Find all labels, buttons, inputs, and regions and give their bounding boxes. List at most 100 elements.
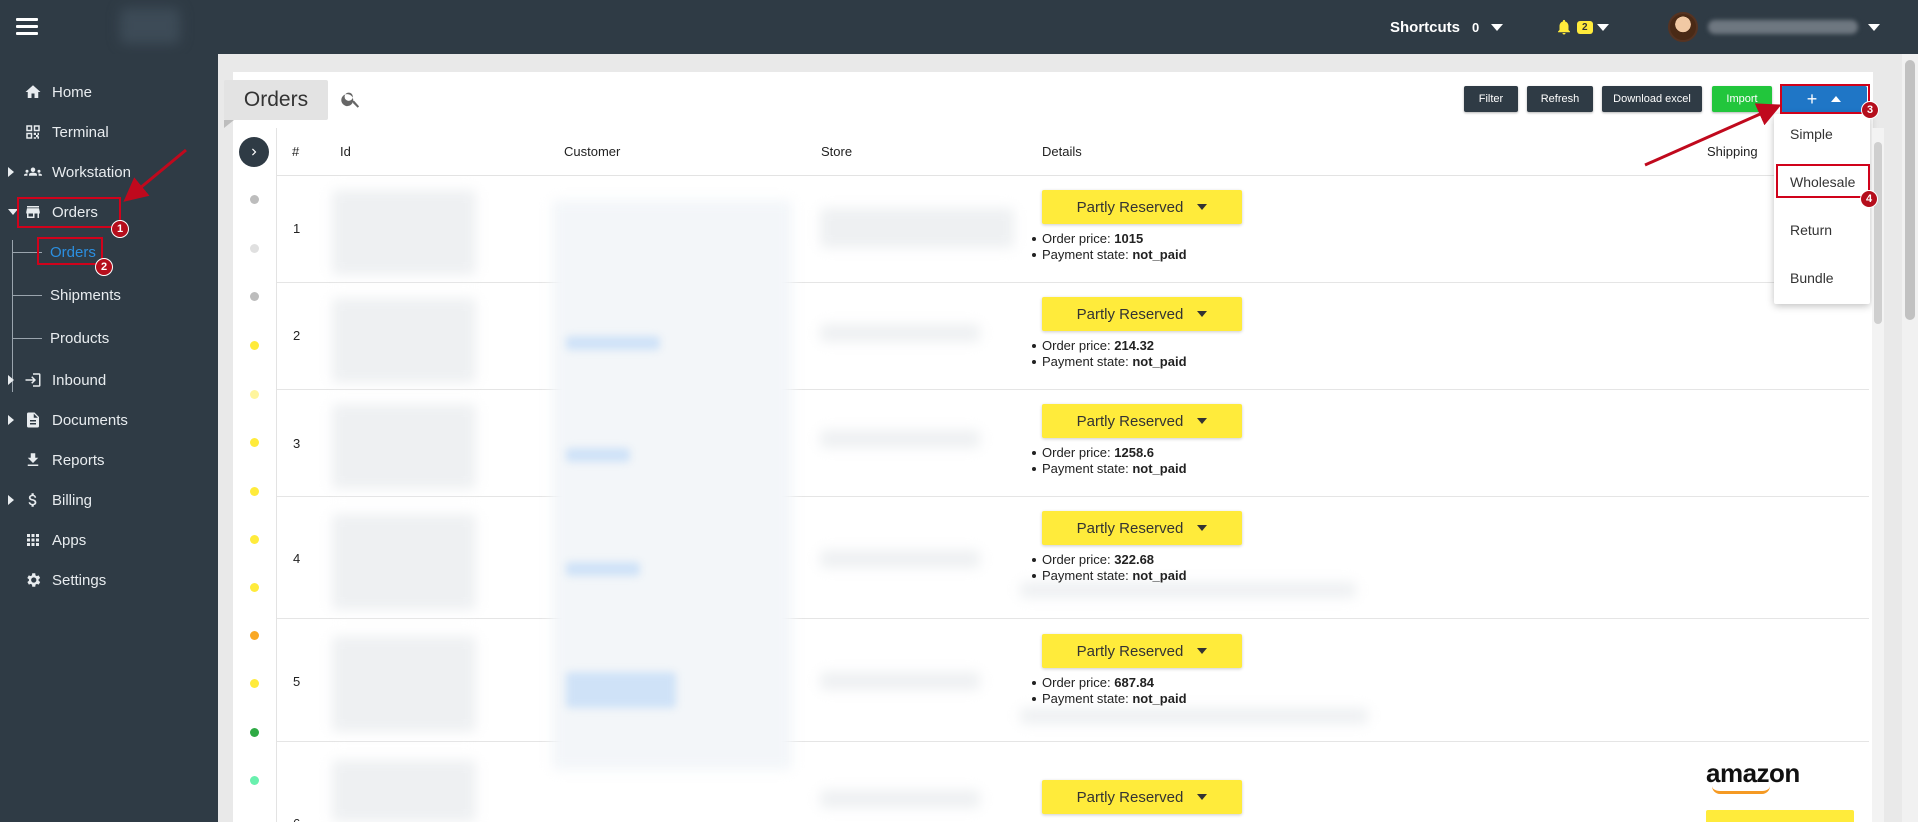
- row-number: 1: [293, 221, 301, 236]
- order-details: Order price: 687.84 Payment state: not_p…: [1032, 675, 1187, 707]
- document-icon: [27, 412, 39, 428]
- status-dropdown[interactable]: Partly Reserved: [1042, 634, 1242, 668]
- order-details: Order price: 1258.6 Payment state: not_p…: [1032, 445, 1187, 477]
- payment-state-value: not_paid: [1132, 354, 1187, 369]
- annotation-highlight-wholesale: [1776, 164, 1870, 198]
- sidebar-item-apps[interactable]: Apps: [0, 522, 218, 558]
- order-price-label: Order price:: [1042, 675, 1111, 690]
- chevron-down-icon: [1197, 418, 1208, 424]
- redacted-store: [820, 672, 980, 690]
- sidebar-item-billing[interactable]: Billing: [0, 482, 218, 518]
- amazon-smile-icon: [1712, 786, 1770, 794]
- user-menu[interactable]: [1668, 0, 1880, 54]
- order-price-value: 1015: [1114, 231, 1144, 246]
- column-header-customer[interactable]: Customer: [564, 144, 620, 159]
- sidebar-subitem-shipments[interactable]: Shipments: [50, 287, 121, 304]
- download-excel-button[interactable]: Download excel: [1602, 86, 1702, 112]
- shortcuts-menu[interactable]: Shortcuts 0: [1390, 0, 1504, 54]
- status-label: Partly Reserved: [1076, 642, 1184, 660]
- row-number: 5: [293, 674, 301, 689]
- bell-icon: [1558, 19, 1570, 35]
- payment-state-value: not_paid: [1132, 247, 1187, 262]
- status-label: Partly Reserved: [1076, 519, 1184, 537]
- column-header-id[interactable]: Id: [340, 144, 351, 159]
- sidebar-item-documents[interactable]: Documents: [0, 402, 218, 438]
- menu-item-bundle[interactable]: Bundle: [1790, 270, 1834, 286]
- order-price-label: Order price:: [1042, 445, 1111, 460]
- search-icon[interactable]: [340, 88, 362, 110]
- status-dropdown[interactable]: Partly Reserved: [1042, 190, 1242, 224]
- status-dropdown[interactable]: Partly Reserved: [1042, 511, 1242, 545]
- sidebar-item-terminal[interactable]: Terminal: [0, 114, 218, 150]
- expand-rows-button[interactable]: [239, 137, 269, 167]
- row-number: 4: [293, 551, 301, 566]
- row-divider: [277, 282, 1869, 283]
- status-dot: [250, 487, 259, 496]
- status-dot: [250, 292, 259, 301]
- sidebar: Home Terminal Workstation Orders Orders …: [0, 54, 218, 822]
- sidebar-item-home[interactable]: Home: [0, 74, 218, 110]
- filter-button[interactable]: Filter: [1464, 86, 1518, 112]
- home-icon: [25, 85, 41, 98]
- order-price-label: Order price:: [1042, 338, 1111, 353]
- title-tab-fold: [224, 120, 234, 128]
- shipping-button[interactable]: [1706, 810, 1854, 822]
- column-header-number: #: [292, 144, 300, 159]
- status-dropdown[interactable]: Partly Reserved: [1042, 780, 1242, 814]
- expand-icon: [8, 495, 14, 505]
- menu-icon[interactable]: [16, 18, 38, 35]
- chevron-down-icon: [1197, 311, 1208, 317]
- column-header-shipping: Shipping: [1707, 144, 1758, 159]
- import-button[interactable]: Import: [1712, 86, 1772, 112]
- sidebar-item-reports[interactable]: Reports: [0, 442, 218, 478]
- row-divider: [277, 496, 1869, 497]
- sidebar-item-label: Billing: [52, 491, 93, 509]
- payment-state-label: Payment state:: [1042, 354, 1129, 369]
- redacted-customer-link: [566, 448, 630, 462]
- redacted-id: [332, 760, 476, 822]
- tree-line: [12, 338, 42, 339]
- sidebar-item-label: Home: [52, 83, 93, 101]
- redacted-store: [820, 208, 1014, 248]
- sidebar-item-workstation[interactable]: Workstation: [0, 154, 218, 190]
- sidebar-item-label: Apps: [52, 531, 87, 549]
- status-dot: [250, 631, 259, 640]
- page-title: Orders: [224, 80, 328, 120]
- header-divider: [277, 175, 1869, 176]
- menu-item-return[interactable]: Return: [1790, 222, 1832, 238]
- sidebar-item-settings[interactable]: Settings: [0, 562, 218, 598]
- column-header-store[interactable]: Store: [821, 144, 852, 159]
- sidebar-item-label: Documents: [52, 411, 128, 429]
- apps-grid-icon: [27, 534, 39, 546]
- sidebar-item-inbound[interactable]: Inbound: [0, 362, 218, 398]
- status-label: Partly Reserved: [1076, 788, 1184, 806]
- annotation-highlight-orders-menu: [17, 197, 121, 228]
- add-order-menu: Simple Wholesale Return Bundle: [1774, 114, 1870, 304]
- status-dot: [250, 195, 259, 204]
- status-dot: [250, 535, 259, 544]
- status-dropdown[interactable]: Partly Reserved: [1042, 404, 1242, 438]
- notifications-menu[interactable]: 2: [1555, 0, 1609, 54]
- sidebar-subitem-products[interactable]: Products: [50, 330, 109, 347]
- table-scroll-thumb[interactable]: [1874, 142, 1882, 324]
- status-dropdown[interactable]: Partly Reserved: [1042, 297, 1242, 331]
- chevron-down-icon: [1197, 204, 1208, 210]
- order-price-value: 322.68: [1114, 552, 1155, 567]
- chevron-down-icon: [1197, 525, 1208, 531]
- chevron-down-icon: [1491, 23, 1504, 31]
- order-price-label: Order price:: [1042, 552, 1111, 567]
- refresh-button[interactable]: Refresh: [1527, 86, 1593, 112]
- sidebar-item-label: Settings: [52, 571, 107, 589]
- page-scroll-thumb[interactable]: [1905, 60, 1915, 320]
- redacted-store: [820, 550, 980, 568]
- row-divider: [277, 389, 1869, 390]
- chevron-down-icon: [1596, 23, 1609, 31]
- menu-item-simple[interactable]: Simple: [1790, 126, 1833, 142]
- avatar: [1668, 12, 1698, 42]
- shortcuts-label: Shortcuts: [1390, 18, 1461, 36]
- redacted-id: [332, 190, 476, 275]
- redacted-customer-link: [566, 336, 660, 350]
- qr-code-icon: [26, 125, 40, 139]
- status-dot: [250, 438, 259, 447]
- redacted-customer-link: [566, 562, 640, 576]
